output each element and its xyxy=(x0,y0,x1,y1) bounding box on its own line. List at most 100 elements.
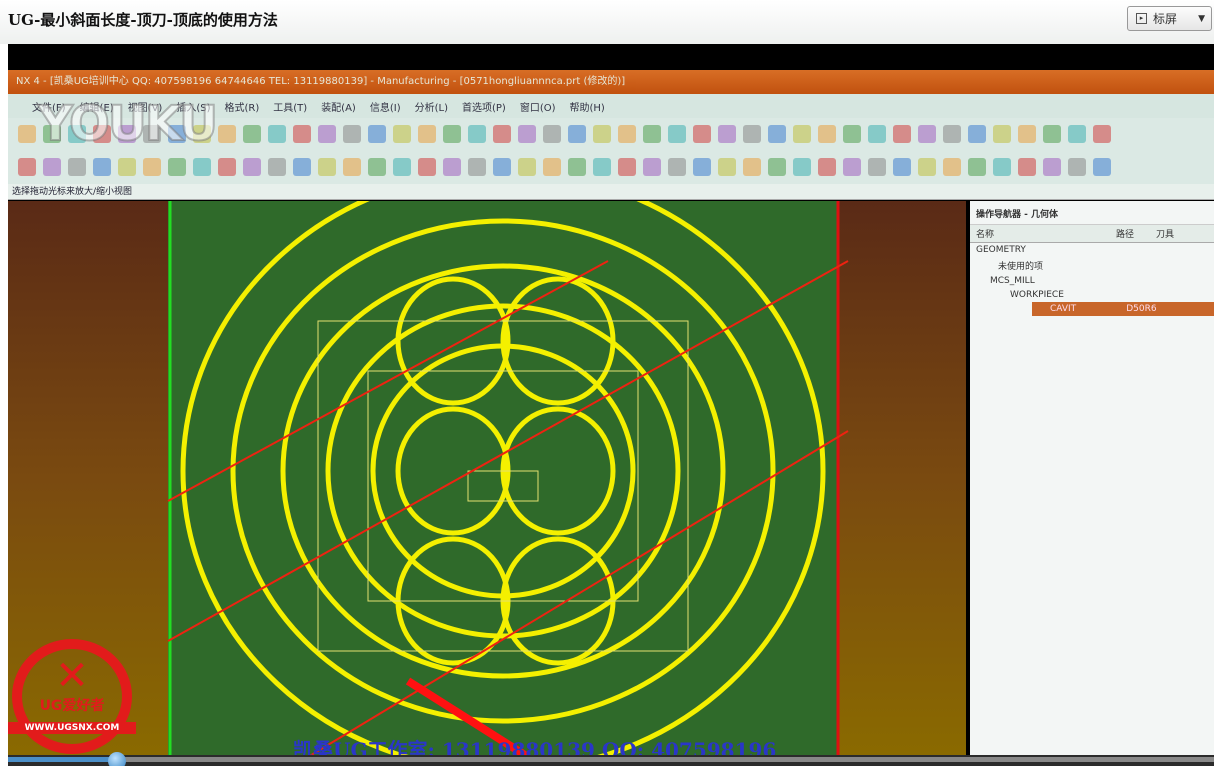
toolbar-tool-icon[interactable] xyxy=(493,158,511,176)
toolbar-tool-icon[interactable] xyxy=(268,158,286,176)
toolbar-tool-icon[interactable] xyxy=(243,125,261,143)
cad-viewport xyxy=(8,168,966,766)
toolbar-tool-icon[interactable] xyxy=(693,158,711,176)
toolbar-tool-icon[interactable] xyxy=(718,125,736,143)
toolbar-tool-icon[interactable] xyxy=(818,125,836,143)
toolbar-tool-icon[interactable] xyxy=(668,125,686,143)
nx-toolbar-2 xyxy=(8,150,1214,184)
toolbar-tool-icon[interactable] xyxy=(893,125,911,143)
menu-item: 工具(T) xyxy=(273,102,308,114)
toolbar-tool-icon[interactable] xyxy=(93,158,111,176)
toolbar-tool-icon[interactable] xyxy=(643,125,661,143)
toolbar-tool-icon[interactable] xyxy=(118,158,136,176)
progress-bar[interactable] xyxy=(8,752,1214,766)
toolbar-tool-icon[interactable] xyxy=(718,158,736,176)
progress-track[interactable] xyxy=(8,757,1214,762)
toolbar-tool-icon[interactable] xyxy=(343,125,361,143)
progress-handle[interactable] xyxy=(107,752,126,766)
toolbar-tool-icon[interactable] xyxy=(443,158,461,176)
toolbar-tool-icon[interactable] xyxy=(443,125,461,143)
toolbar-tool-icon[interactable] xyxy=(968,125,986,143)
toolbar-tool-icon[interactable] xyxy=(468,158,486,176)
toolbar-tool-icon[interactable] xyxy=(968,158,986,176)
toolbar-tool-icon[interactable] xyxy=(418,125,436,143)
toolbar-tool-icon[interactable] xyxy=(518,125,536,143)
tree-item: GEOMETRY xyxy=(976,245,1026,255)
menu-item: 首选项(P) xyxy=(461,102,506,114)
toolbar-tool-icon[interactable] xyxy=(218,125,236,143)
toolbar-tool-icon[interactable] xyxy=(868,158,886,176)
toolbar-tool-icon[interactable] xyxy=(943,158,961,176)
operation-navigator: 操作导航器 - 几何体 名称 路径 刀具 GEOMETRY 未使用的项 MCS_… xyxy=(970,201,1214,757)
toolbar-tool-icon[interactable] xyxy=(668,158,686,176)
toolbar-tool-icon[interactable] xyxy=(1043,158,1061,176)
video-player[interactable]: NX 4 - [凯桑UG培训中心 QQ: 407598196 64744646 … xyxy=(8,44,1214,766)
toolbar-tool-icon[interactable] xyxy=(268,125,286,143)
toolbar-tool-icon[interactable] xyxy=(1043,125,1061,143)
toolbar-tool-icon[interactable] xyxy=(768,158,786,176)
toolbar-tool-icon[interactable] xyxy=(518,158,536,176)
toolbar-tool-icon[interactable] xyxy=(993,125,1011,143)
chevron-down-icon[interactable]: ▼ xyxy=(1198,14,1205,24)
toolbar-tool-icon[interactable] xyxy=(318,158,336,176)
toolbar-tool-icon[interactable] xyxy=(893,158,911,176)
menu-item: 帮助(H) xyxy=(569,102,605,114)
toolbar-tool-icon[interactable] xyxy=(543,125,561,143)
toolbar-tool-icon[interactable] xyxy=(818,158,836,176)
tree-item: WORKPIECE xyxy=(1010,290,1064,300)
toolbar-tool-icon[interactable] xyxy=(318,125,336,143)
toolbar-tool-icon[interactable] xyxy=(168,158,186,176)
toolbar-tool-icon[interactable] xyxy=(18,158,36,176)
toolbar-tool-icon[interactable] xyxy=(593,158,611,176)
toolbar-tool-icon[interactable] xyxy=(468,125,486,143)
widescreen-button[interactable]: ▸ 标屏 ▼ xyxy=(1127,6,1212,31)
toolbar-tool-icon[interactable] xyxy=(868,125,886,143)
widescreen-label: 标屏 xyxy=(1153,12,1178,26)
toolbar-tool-icon[interactable] xyxy=(568,125,586,143)
toolbar-tool-icon[interactable] xyxy=(618,125,636,143)
toolbar-tool-icon[interactable] xyxy=(1093,158,1111,176)
toolbar-tool-icon[interactable] xyxy=(293,158,311,176)
toolbar-tool-icon[interactable] xyxy=(793,125,811,143)
toolbar-tool-icon[interactable] xyxy=(368,158,386,176)
toolbar-tool-icon[interactable] xyxy=(918,125,936,143)
toolbar-tool-icon[interactable] xyxy=(618,158,636,176)
toolbar-tool-icon[interactable] xyxy=(393,158,411,176)
toolbar-tool-icon[interactable] xyxy=(943,125,961,143)
person-icon: ✕ xyxy=(55,653,89,699)
toolbar-tool-icon[interactable] xyxy=(1018,158,1036,176)
toolbar-tool-icon[interactable] xyxy=(68,158,86,176)
toolbar-tool-icon[interactable] xyxy=(593,125,611,143)
toolbar-tool-icon[interactable] xyxy=(1093,125,1111,143)
toolbar-tool-icon[interactable] xyxy=(1018,125,1036,143)
toolbar-tool-icon[interactable] xyxy=(643,158,661,176)
toolbar-tool-icon[interactable] xyxy=(1068,125,1086,143)
toolbar-tool-icon[interactable] xyxy=(143,158,161,176)
toolbar-tool-icon[interactable] xyxy=(218,158,236,176)
toolbar-tool-icon[interactable] xyxy=(768,125,786,143)
toolbar-tool-icon[interactable] xyxy=(543,158,561,176)
toolbar-tool-icon[interactable] xyxy=(743,158,761,176)
toolbar-tool-icon[interactable] xyxy=(493,125,511,143)
toolbar-tool-icon[interactable] xyxy=(918,158,936,176)
toolbar-tool-icon[interactable] xyxy=(693,125,711,143)
toolbar-tool-icon[interactable] xyxy=(843,158,861,176)
toolbar-tool-icon[interactable] xyxy=(843,125,861,143)
toolbar-tool-icon[interactable] xyxy=(243,158,261,176)
toolbar-tool-icon[interactable] xyxy=(568,158,586,176)
toolbar-tool-icon[interactable] xyxy=(43,158,61,176)
toolbar-tool-icon[interactable] xyxy=(1068,158,1086,176)
toolbar-tool-icon[interactable] xyxy=(793,158,811,176)
toolbar-tool-icon[interactable] xyxy=(418,158,436,176)
menu-item: 格式(R) xyxy=(224,102,260,114)
toolbar-tool-icon[interactable] xyxy=(18,125,36,143)
toolbar-tool-icon[interactable] xyxy=(368,125,386,143)
navigator-title: 操作导航器 - 几何体 xyxy=(976,210,1059,220)
toolbar-tool-icon[interactable] xyxy=(993,158,1011,176)
toolbar-tool-icon[interactable] xyxy=(393,125,411,143)
column-tool: 刀具 xyxy=(1156,230,1175,240)
toolbar-tool-icon[interactable] xyxy=(293,125,311,143)
toolbar-tool-icon[interactable] xyxy=(343,158,361,176)
toolbar-tool-icon[interactable] xyxy=(193,158,211,176)
toolbar-tool-icon[interactable] xyxy=(743,125,761,143)
